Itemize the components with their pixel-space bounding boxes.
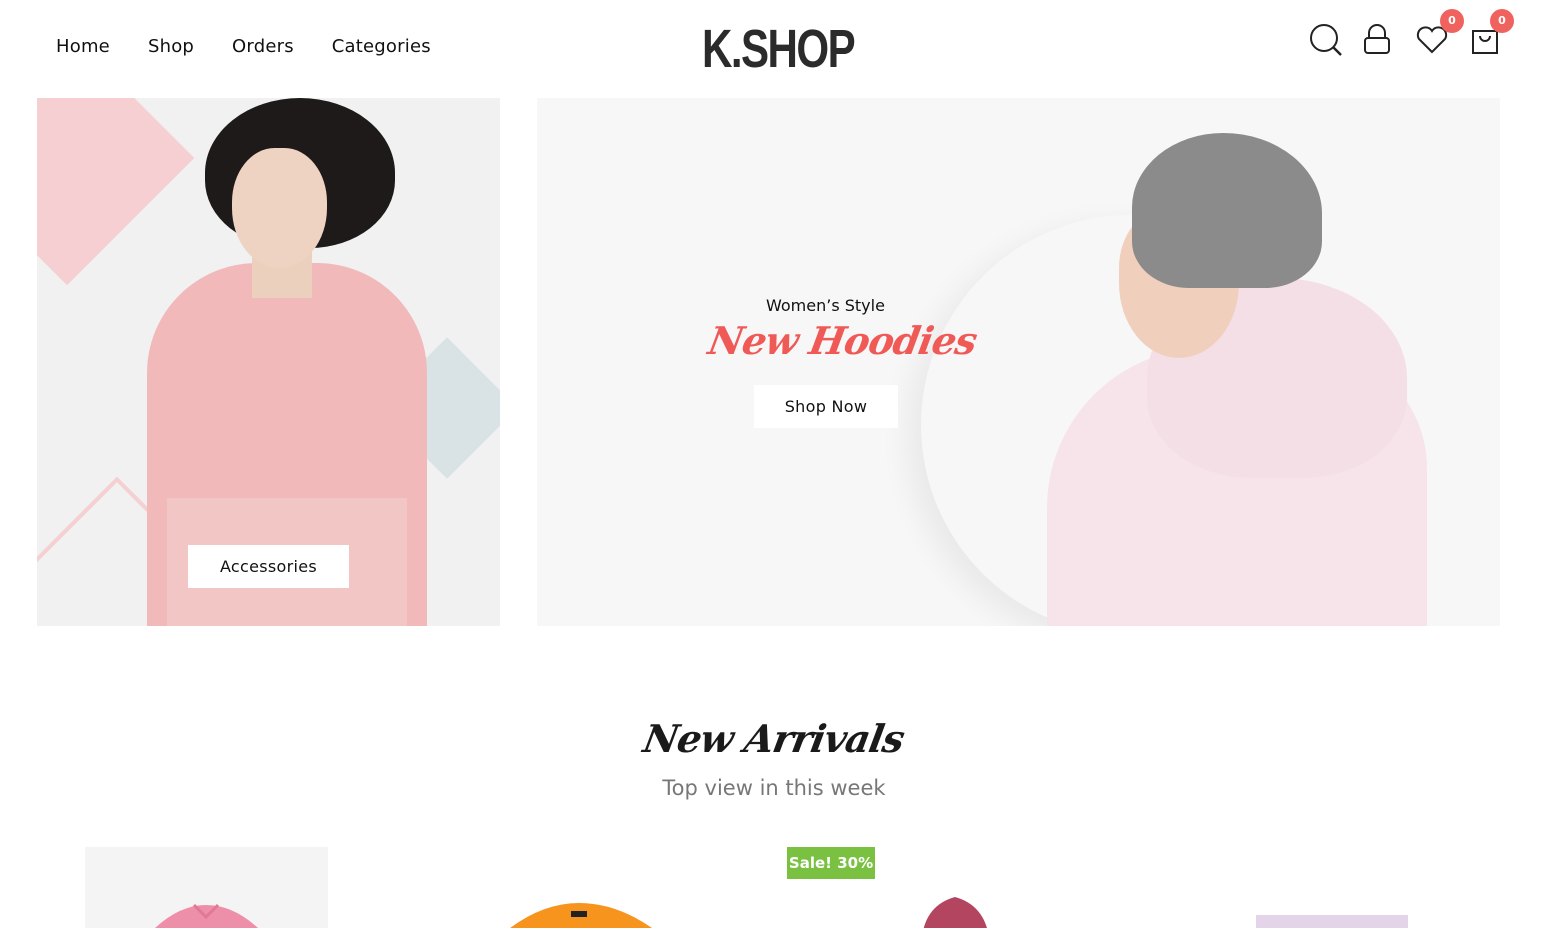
section-subtitle: Top view in this week [662,776,886,800]
product-card[interactable] [1210,847,1453,928]
wishlist-count-badge: 0 [1440,9,1464,33]
main-nav: Home Shop Orders Categories [56,36,469,57]
decorative-shape [37,98,195,286]
site-logo[interactable]: K.SHOP [702,18,856,80]
new-arrivals-title: New Arrivals [640,716,908,761]
product-image [923,897,987,928]
hoodies-banner[interactable]: Women’s Style New Hoodies Shop Now [537,98,1500,626]
product-image [510,903,652,928]
model-image [232,148,327,268]
shop-now-button[interactable]: Shop Now [754,385,898,428]
search-icon[interactable] [1308,22,1342,56]
accessories-button[interactable]: Accessories [188,545,349,588]
product-card[interactable] [85,847,328,928]
banner-title: New Hoodies [705,318,980,363]
product-card[interactable] [834,847,1077,928]
banner-subtitle: Women’s Style [766,296,885,315]
model-image [1132,133,1322,288]
section-title: New Arrivals [0,716,1548,761]
product-image [1256,915,1408,928]
nav-categories[interactable]: Categories [332,36,431,57]
nav-home[interactable]: Home [56,36,110,57]
lock-icon[interactable] [1360,22,1394,56]
site-header: Home Shop Orders Categories K.SHOP 0 0 [0,0,1548,98]
nav-orders[interactable]: Orders [232,36,294,57]
product-card[interactable] [458,847,701,928]
accessories-banner[interactable]: Accessories [37,98,500,626]
product-image [155,903,258,928]
cart-count-badge: 0 [1490,9,1514,33]
nav-shop[interactable]: Shop [148,36,194,57]
